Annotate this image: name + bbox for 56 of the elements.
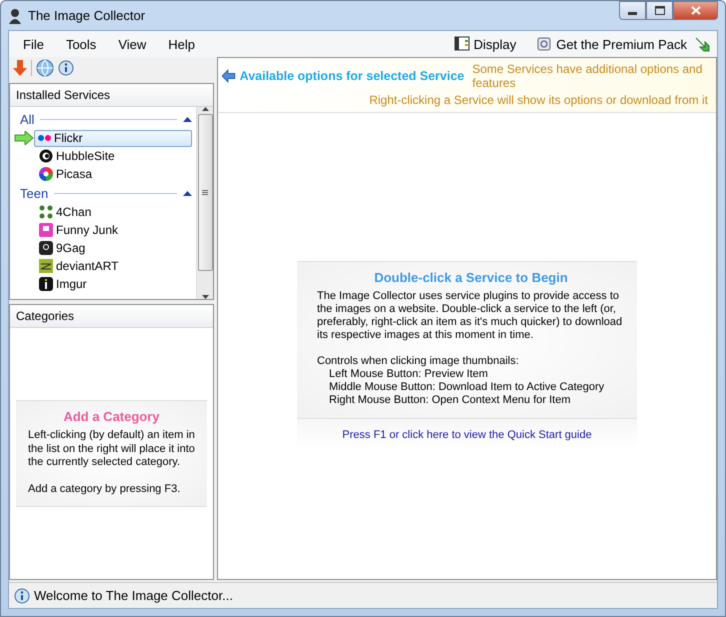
maximize-button[interactable] [646,1,673,20]
service-item[interactable]: 9Gag [36,240,88,256]
options-note: Some Services have additional options and features [472,62,704,90]
minimize-button[interactable] [619,1,646,20]
scroll-down-icon[interactable] [202,295,208,299]
clover-logo-icon [39,205,54,219]
options-note: Right-clicking a Service will show its options or download from it [369,93,708,107]
collapse-caret-icon[interactable] [183,116,192,122]
options-heading: Available options for selected Service [240,69,464,83]
controls-item: Left Mouse Button: Preview Item [328,368,489,381]
right-arrow-icon [14,131,34,145]
info-icon[interactable] [58,60,74,76]
square-logo-icon [39,223,54,237]
scrollbar[interactable] [196,107,213,299]
hint-text: Left-clicking (by default) an item in the list on the right will place it into the currently selected category. [28,429,195,470]
left-arrow-icon [222,69,236,83]
eye-logo-icon [39,149,54,163]
service-item[interactable]: Imgur [36,276,90,292]
globe-icon[interactable] [36,59,54,77]
square-logo-icon [39,259,54,273]
service-item[interactable]: HubbleSite [36,148,118,164]
square-logo-icon [39,241,54,255]
menu-button[interactable]: Display [448,34,522,54]
controls-item: Right Mouse Button: Open Context Menu for Item [328,394,572,407]
service-item[interactable]: Flickr [34,130,192,146]
display-icon [454,36,470,52]
hint-text: Add a category by pressing F3. [28,482,182,496]
hint-title: Add a Category [62,409,161,424]
close-button[interactable] [673,1,718,20]
controls-item: Middle Mouse Button: Download Item to Active Category [328,381,606,394]
service-item[interactable]: Picasa [36,166,96,182]
collapse-caret-icon[interactable] [183,190,192,196]
close-icon [690,6,700,15]
menu-item[interactable]: File [15,34,52,54]
service-item[interactable]: deviantART [36,258,122,274]
service-item[interactable]: 4Chan [36,204,94,220]
menu-item[interactable]: Tools [58,34,104,54]
maximize-icon [654,6,664,15]
menu-item[interactable]: View [110,34,154,54]
pinwheel-logo-icon [39,167,54,181]
window-title: The Image Collector [28,8,146,23]
start-text: The Image Collector uses service plugins to provide access to the images on a website. Double-click a service to the left (or, preferably, right-click an item as it's much quicker) to download its respective images at this moment in time. [317,290,624,342]
grip-icon [202,190,208,196]
menu-item[interactable]: Help [160,34,204,54]
controls-heading: Controls when clicking image thumbnails: [317,355,520,368]
info-icon [14,588,30,604]
start-title: Double-click a Service to Begin [373,271,569,284]
square-logo-icon [39,277,54,291]
down-arrow-icon[interactable] [13,59,27,77]
group-label: All [20,112,34,126]
app-person-icon [8,8,22,24]
service-item[interactable]: Funny Junk [36,222,122,238]
menu-button[interactable]: Get the Premium Pack [530,34,693,54]
status-text: Welcome to The Image Collector... [34,588,233,603]
diagonal-arrow-icon[interactable] [693,35,711,53]
group-label: Teen [20,186,48,200]
